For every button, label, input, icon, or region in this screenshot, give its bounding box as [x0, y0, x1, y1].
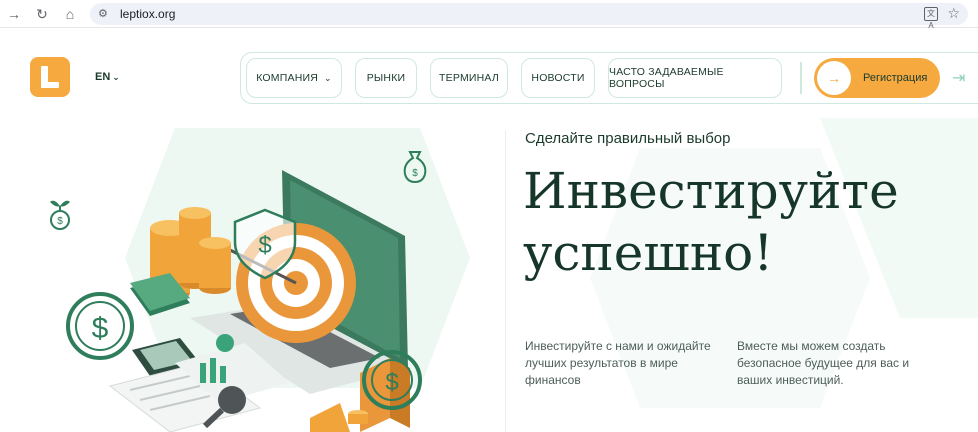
site-logo[interactable]: [30, 57, 70, 97]
svg-text:$: $: [258, 232, 271, 259]
nav-company-label: КОМПАНИЯ: [256, 72, 319, 84]
site-info-icon[interactable]: ⚙: [98, 8, 110, 20]
star-icon[interactable]: ☆: [947, 5, 960, 22]
address-bar[interactable]: ⚙ leptiox.org 文A ☆: [90, 3, 968, 30]
nav-markets-label: РЫНКИ: [366, 72, 406, 84]
nav-divider: [800, 62, 802, 94]
hero-headline-line1: Инвестируйте: [523, 162, 899, 220]
reload-icon[interactable]: ↻: [34, 6, 50, 22]
hero-copy-left: Инвестируйте с нами и ожидайте лучших ре…: [525, 339, 711, 387]
nav-faq[interactable]: ЧАСТО ЗАДАВАЕМЫЕ ВОПРОСЫ: [608, 58, 782, 98]
chevron-down-icon: ⌄: [324, 72, 332, 83]
hero-headline: Инвестируйте успешно!: [523, 160, 899, 284]
nav-faq-label: ЧАСТО ЗАДАВАЕМЫЕ ВОПРОСЫ: [609, 66, 724, 90]
register-button[interactable]: → Регистрация: [814, 58, 940, 98]
nav-terminal-label: ТЕРМИНАЛ: [439, 72, 499, 84]
language-label: EN: [95, 71, 111, 83]
hero-headline-line2: успешно!: [523, 224, 774, 282]
hero-eyebrow: Сделайте правильный выбор: [525, 130, 731, 147]
nav-news[interactable]: НОВОСТИ: [521, 58, 595, 98]
svg-text:$: $: [57, 216, 63, 227]
svg-text:$: $: [92, 312, 109, 345]
chevron-down-icon: ⌄: [112, 72, 120, 82]
nav-news-label: НОВОСТИ: [531, 72, 585, 84]
register-label: Регистрация: [863, 72, 928, 84]
sprout-coin-icon: $: [50, 200, 70, 230]
hero-copy-right: Вместе мы можем создать безопасное будущ…: [737, 339, 910, 387]
nav-terminal[interactable]: ТЕРМИНАЛ: [430, 58, 508, 98]
arrow-right-icon: →: [817, 61, 851, 95]
forward-arrow-icon[interactable]: →: [6, 6, 22, 22]
hero-separator: [505, 130, 506, 432]
svg-text:$: $: [412, 168, 418, 179]
hero-illustration: $ $ $ $ $: [50, 151, 427, 432]
nav-markets[interactable]: РЫНКИ: [355, 58, 417, 98]
nav-company[interactable]: КОМПАНИЯ ⌄: [246, 58, 342, 98]
money-bag-icon: $: [403, 151, 427, 184]
url-text[interactable]: leptiox.org: [120, 7, 175, 21]
language-selector[interactable]: EN ⌄: [95, 71, 120, 83]
browser-toolbar: → ↻ ⌂ ⚙ leptiox.org 文A ☆: [0, 0, 978, 30]
translate-icon[interactable]: 文A: [924, 7, 938, 30]
svg-text:$: $: [385, 369, 398, 396]
home-icon[interactable]: ⌂: [62, 6, 78, 22]
login-icon[interactable]: ⇥: [952, 68, 970, 87]
